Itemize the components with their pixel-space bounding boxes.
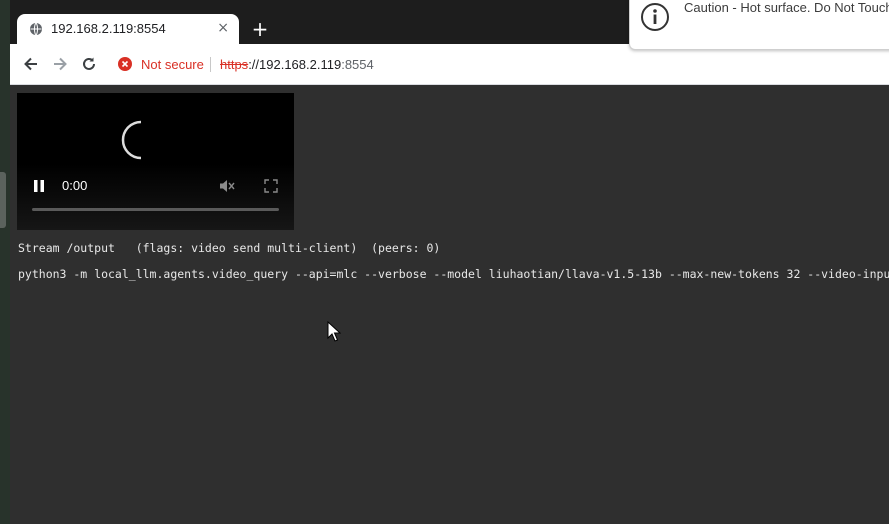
omnibox-divider [210,57,211,72]
reload-icon[interactable] [80,55,98,73]
url-host: ://192.168.2.119 [248,57,342,72]
stream-info-text: Stream /output (flags: video send multi-… [18,241,441,255]
video-player[interactable]: 0:00 [17,93,294,230]
forward-arrow-icon[interactable] [51,55,69,73]
not-secure-label: Not secure [141,57,204,72]
address-bar[interactable]: https://192.168.2.119:8554 [220,57,374,72]
mouse-cursor-icon [327,321,341,342]
video-time: 0:00 [62,178,88,193]
tab-title: 192.168.2.119:8554 [51,21,166,36]
globe-icon [30,22,42,36]
error-icon [118,57,132,71]
pause-icon[interactable] [32,179,46,193]
tab-close-button[interactable]: × [217,20,229,36]
desktop-edge-handle [0,172,6,228]
video-controls-gradient [17,164,294,230]
url-scheme: https [220,57,249,72]
notification-message: Caution - Hot surface. Do Not Touch. [684,0,889,15]
page-content: 0:00 Stream /output (flags: video send m… [10,85,889,524]
notification-banner[interactable]: Caution - Hot surface. Do Not Touch. [629,0,889,50]
new-tab-button[interactable]: + [250,18,270,40]
browser-tab[interactable]: 192.168.2.119:8554 × [17,14,239,44]
video-seek-bar[interactable] [32,208,279,211]
muted-speaker-icon[interactable] [219,178,235,194]
back-arrow-icon[interactable] [22,55,40,73]
command-line-text: python3 -m local_llm.agents.video_query … [18,267,889,281]
browser-toolbar: Not secure https://192.168.2.119:8554 [10,44,889,85]
info-icon [641,3,669,31]
url-port: :8554 [341,57,374,72]
fullscreen-icon[interactable] [264,179,278,193]
loading-spinner-icon [121,120,142,160]
browser-window: 192.168.2.119:8554 × + Not secure https:… [10,0,889,524]
desktop-left-edge [0,0,10,524]
